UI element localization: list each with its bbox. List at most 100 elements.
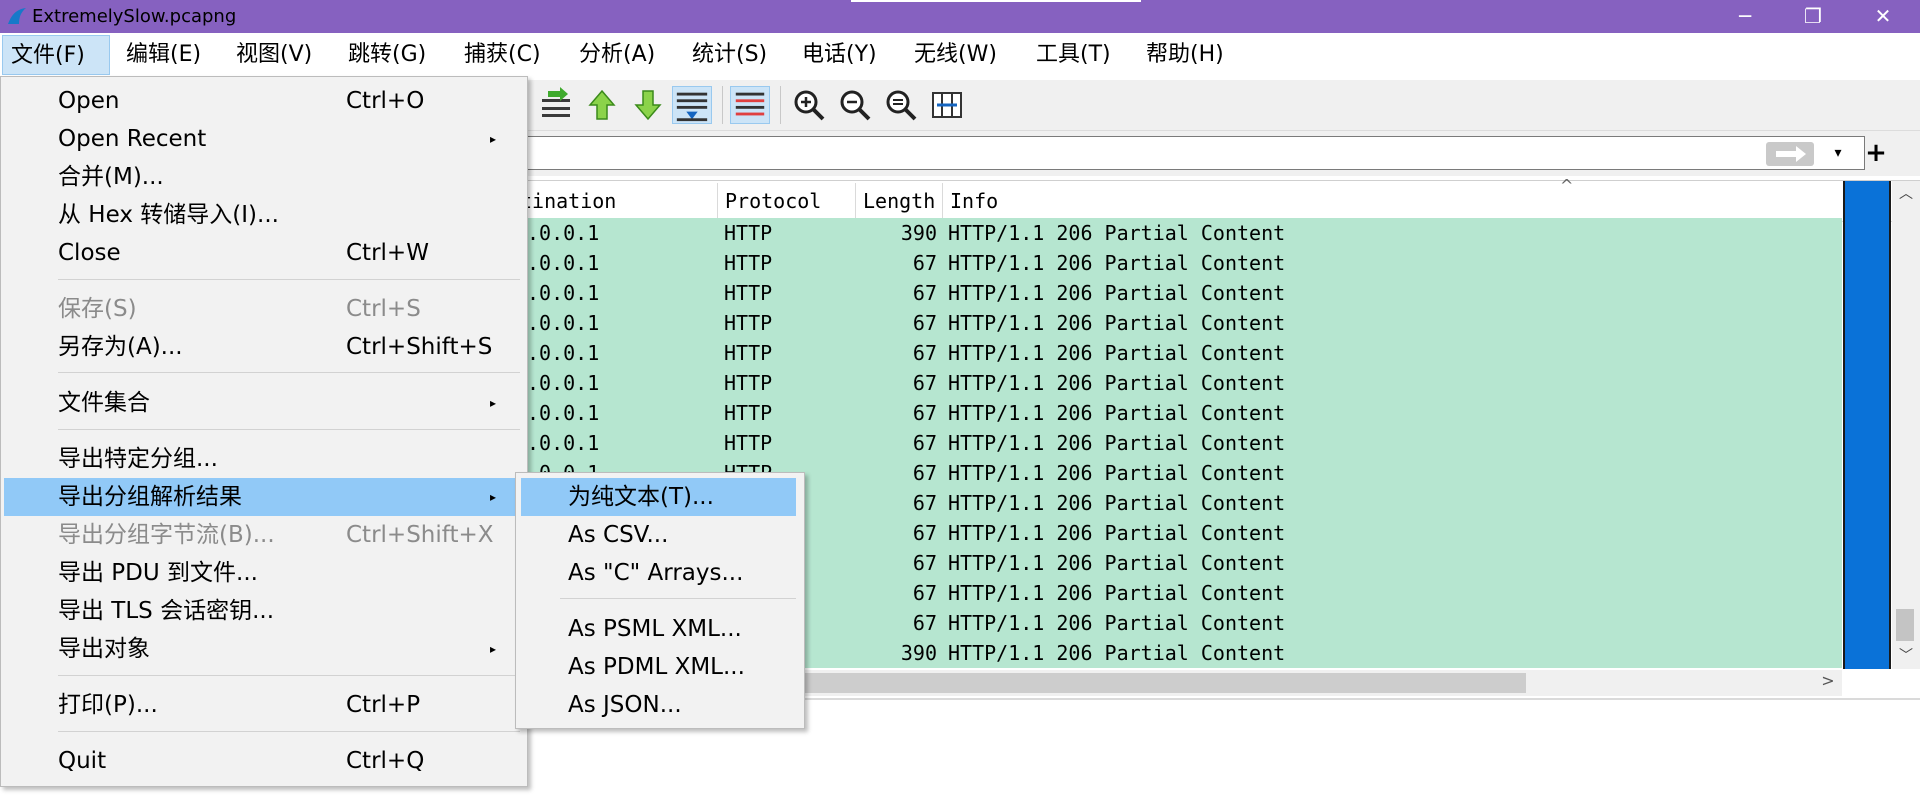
- menu-item-export-specified-packets[interactable]: 导出特定分组...: [4, 440, 524, 478]
- submenu-item-csv[interactable]: As CSV...: [521, 516, 796, 554]
- minimize-button[interactable]: ─: [1710, 0, 1780, 33]
- cell-info: HTTP/1.1 206 Partial Content: [948, 521, 1286, 545]
- menu-separator: [560, 598, 796, 599]
- menu-item-export-objects[interactable]: 导出对象 ▸: [4, 630, 524, 668]
- menu-item-quit[interactable]: Quit Ctrl+Q: [4, 742, 524, 780]
- cell-info: HTTP/1.1 206 Partial Content: [948, 311, 1286, 335]
- menu-item-export-packet-bytes[interactable]: 导出分组字节流(B)... Ctrl+Shift+X: [4, 516, 524, 554]
- close-button[interactable]: ✕: [1848, 0, 1918, 33]
- cell-protocol: HTTP: [724, 431, 773, 455]
- autoscroll-icon[interactable]: [672, 86, 712, 124]
- cell-destination: .0.0.1: [527, 311, 600, 335]
- menu-telephony[interactable]: 电话(Y): [794, 35, 885, 75]
- cell-protocol: HTTP: [724, 311, 773, 335]
- submenu-arrow-icon: ▸: [490, 490, 497, 504]
- menu-item-merge[interactable]: 合并(M)...: [4, 158, 524, 196]
- last-packet-icon[interactable]: [630, 87, 666, 123]
- zoom-in-icon[interactable]: [791, 87, 827, 123]
- menu-item-import-hex[interactable]: 从 Hex 转储导入(I)...: [4, 196, 524, 234]
- cell-info: HTTP/1.1 206 Partial Content: [948, 461, 1286, 485]
- menu-item-open-recent[interactable]: Open Recent ▸: [4, 120, 524, 158]
- menu-item-save-as[interactable]: 另存为(A)... Ctrl+Shift+S: [4, 328, 524, 366]
- cell-length: 390: [900, 221, 937, 245]
- column-header-destination[interactable]: tination: [520, 181, 616, 221]
- menu-item-close[interactable]: Close Ctrl+W: [4, 234, 524, 272]
- toolbar-separator: [722, 86, 723, 124]
- add-filter-button[interactable]: +: [1862, 138, 1890, 168]
- menu-file[interactable]: 文件(F): [2, 35, 110, 75]
- cell-info: HTTP/1.1 206 Partial Content: [948, 581, 1286, 605]
- menu-wireless[interactable]: 无线(W): [906, 35, 1005, 75]
- cell-protocol: HTTP: [724, 281, 773, 305]
- cell-length: 67: [912, 251, 937, 275]
- resize-columns-icon[interactable]: [929, 87, 965, 123]
- cell-destination: .0.0.1: [527, 251, 600, 275]
- apply-filter-arrow-icon[interactable]: [1766, 142, 1814, 166]
- filter-history-dropdown-icon[interactable]: ▾: [1826, 140, 1850, 166]
- menu-item-open[interactable]: Open Ctrl+O: [4, 82, 524, 120]
- menu-item-export-tls-keys[interactable]: 导出 TLS 会话密钥...: [4, 592, 524, 630]
- cell-length: 67: [912, 431, 937, 455]
- menu-item-print[interactable]: 打印(P)... Ctrl+P: [4, 686, 524, 724]
- go-to-packet-icon[interactable]: [538, 87, 574, 123]
- column-divider[interactable]: [717, 183, 718, 219]
- cell-info: HTTP/1.1 206 Partial Content: [948, 371, 1286, 395]
- cell-length: 67: [912, 581, 937, 605]
- submenu-item-plain-text[interactable]: 为纯文本(T)...: [521, 478, 796, 516]
- cell-info: HTTP/1.1 206 Partial Content: [948, 401, 1286, 425]
- menu-tools[interactable]: 工具(T): [1028, 35, 1119, 75]
- scroll-right-icon[interactable]: >: [1818, 671, 1838, 695]
- cell-info: HTTP/1.1 206 Partial Content: [948, 611, 1286, 635]
- column-header-protocol[interactable]: Protocol: [725, 181, 821, 221]
- menu-capture[interactable]: 捕获(C): [456, 35, 549, 75]
- column-header-info[interactable]: Info: [950, 181, 998, 221]
- submenu-item-json[interactable]: As JSON...: [521, 686, 796, 724]
- vertical-scrollbar[interactable]: [1892, 181, 1920, 669]
- title-bar: [0, 0, 1920, 33]
- menu-statistics[interactable]: 统计(S): [684, 35, 775, 75]
- submenu-arrow-icon: ▸: [490, 132, 497, 146]
- menu-separator: [58, 675, 520, 676]
- menu-separator: [58, 429, 520, 430]
- cell-protocol: HTTP: [724, 371, 773, 395]
- submenu-item-psml-xml[interactable]: As PSML XML...: [521, 610, 796, 648]
- menu-help[interactable]: 帮助(H): [1138, 35, 1232, 75]
- cell-length: 67: [912, 611, 937, 635]
- cell-length: 67: [912, 461, 937, 485]
- menu-edit[interactable]: 编辑(E): [118, 35, 209, 75]
- cell-info: HTTP/1.1 206 Partial Content: [948, 221, 1286, 245]
- cell-info: HTTP/1.1 206 Partial Content: [948, 251, 1286, 275]
- cell-length: 67: [912, 311, 937, 335]
- column-divider[interactable]: [942, 183, 943, 219]
- column-header-length[interactable]: Length: [863, 181, 935, 221]
- zoom-out-icon[interactable]: [837, 87, 873, 123]
- colorize-icon[interactable]: [730, 86, 770, 124]
- cell-destination: .0.0.1: [527, 281, 600, 305]
- menu-item-export-pdus[interactable]: 导出 PDU 到文件...: [4, 554, 524, 592]
- cell-info: HTTP/1.1 206 Partial Content: [948, 281, 1286, 305]
- cell-info: HTTP/1.1 206 Partial Content: [948, 431, 1286, 455]
- menu-item-export-packet-dissections[interactable]: 导出分组解析结果 ▸: [4, 478, 524, 516]
- horizontal-scroll-thumb[interactable]: [796, 673, 1526, 693]
- cell-info: HTTP/1.1 206 Partial Content: [948, 341, 1286, 365]
- first-packet-icon[interactable]: [584, 87, 620, 123]
- column-divider[interactable]: [855, 183, 856, 219]
- cell-destination: .0.0.1: [527, 341, 600, 365]
- cell-destination: .0.0.1: [527, 371, 600, 395]
- submenu-item-c-arrays[interactable]: As "C" Arrays...: [521, 554, 796, 592]
- menu-analyze[interactable]: 分析(A): [571, 35, 663, 75]
- scroll-down-icon[interactable]: ﹀: [1892, 645, 1920, 667]
- scroll-up-icon[interactable]: ︿: [1892, 183, 1920, 205]
- vertical-scroll-thumb[interactable]: [1896, 609, 1914, 641]
- cell-protocol: HTTP: [724, 221, 773, 245]
- cell-length: 67: [912, 371, 937, 395]
- cell-protocol: HTTP: [724, 401, 773, 425]
- menu-go[interactable]: 跳转(G): [340, 35, 434, 75]
- submenu-arrow-icon: ▸: [490, 396, 497, 410]
- menu-item-save[interactable]: 保存(S) Ctrl+S: [4, 290, 524, 328]
- restore-button[interactable]: ❐: [1778, 0, 1848, 33]
- normal-size-icon[interactable]: [883, 87, 919, 123]
- menu-item-file-set[interactable]: 文件集合 ▸: [4, 384, 524, 422]
- submenu-item-pdml-xml[interactable]: As PDML XML...: [521, 648, 796, 686]
- menu-view[interactable]: 视图(V): [228, 35, 320, 75]
